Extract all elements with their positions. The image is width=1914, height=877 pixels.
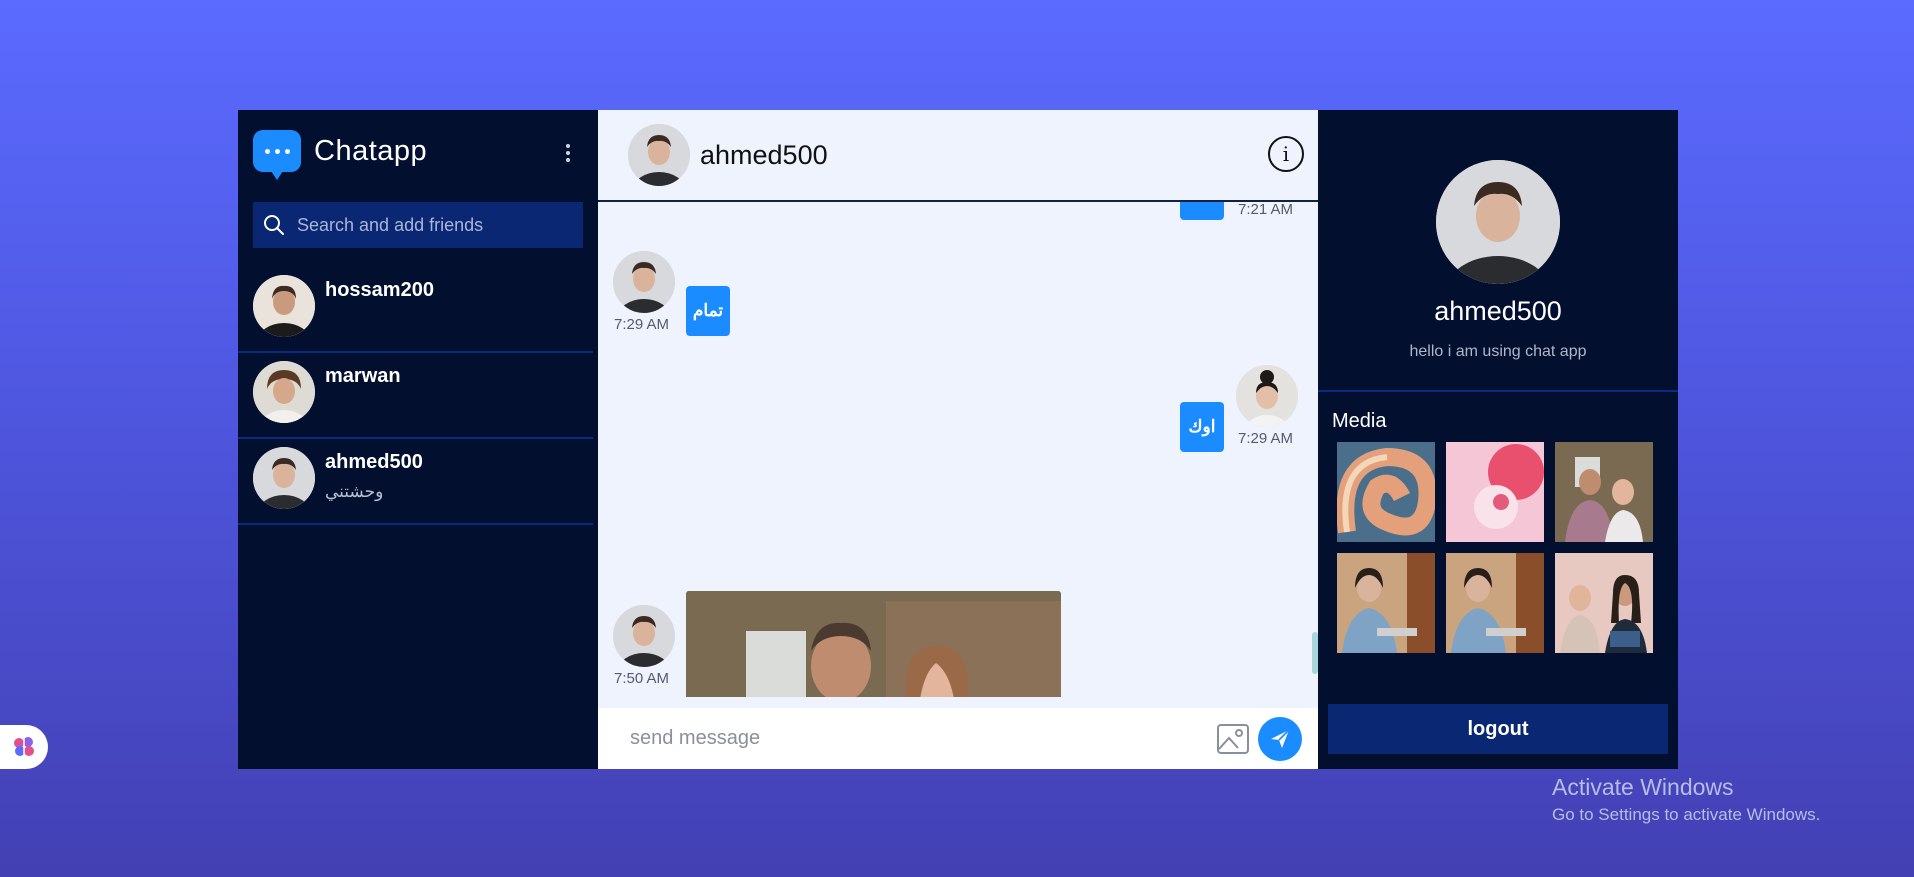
friends-sidebar: Chatapp hossam200 xyxy=(238,110,598,769)
message-image[interactable] xyxy=(686,591,1061,697)
avatar xyxy=(1236,365,1298,427)
message-time: 7:29 AM xyxy=(614,316,670,333)
message-bubble xyxy=(1180,202,1224,220)
brand: Chatapp xyxy=(253,130,428,180)
chat-app-window: Chatapp hossam200 xyxy=(238,110,1678,769)
watermark-title: Activate Windows xyxy=(1552,774,1734,800)
avatar[interactable] xyxy=(628,124,690,186)
chat-contact-name: ahmed500 xyxy=(700,139,828,170)
media-grid xyxy=(1337,442,1653,653)
message-input[interactable] xyxy=(628,726,1192,751)
media-thumbnail[interactable] xyxy=(1337,553,1435,653)
media-thumbnail[interactable] xyxy=(1446,442,1544,542)
media-title: Media xyxy=(1332,410,1387,432)
windows-activation-watermark: Activate Windows Go to Settings to activ… xyxy=(1552,774,1820,825)
avatar xyxy=(613,251,675,313)
profile-status: hello i am using chat app xyxy=(1409,343,1587,360)
avatar xyxy=(253,275,315,337)
info-icon[interactable]: i xyxy=(1268,136,1304,172)
friend-name: hossam200 xyxy=(325,279,434,301)
divider xyxy=(1318,390,1678,392)
message-time: 7:29 AM xyxy=(1238,430,1294,447)
message-time: 7:50 AM xyxy=(614,670,670,687)
profile-name: ahmed500 xyxy=(1434,296,1562,326)
friend-list: hossam200 marwan ahmed500 وحشتني xyxy=(238,267,593,525)
search-box[interactable] xyxy=(253,202,583,248)
send-icon xyxy=(1271,729,1290,748)
chat-panel: ahmed500 i 7:21 AM 7:29 AM تمام اوك 7:29… xyxy=(598,110,1318,769)
logout-button[interactable]: logout xyxy=(1328,704,1668,754)
avatar xyxy=(613,605,675,667)
media-thumbnail[interactable] xyxy=(1555,442,1653,542)
search-input[interactable] xyxy=(295,213,569,237)
friend-item-marwan[interactable]: marwan xyxy=(238,353,593,439)
friend-item-hossam200[interactable]: hossam200 xyxy=(238,267,593,353)
image-icon[interactable] xyxy=(1216,722,1250,756)
media-thumbnail[interactable] xyxy=(1446,553,1544,653)
app-name: Chatapp xyxy=(314,134,428,167)
avatar xyxy=(253,447,315,509)
message-list: 7:21 AM 7:29 AM تمام اوك 7:29 AM 7:50 AM xyxy=(598,202,1318,697)
media-thumbnail[interactable] xyxy=(1337,442,1435,542)
friend-name: marwan xyxy=(325,365,401,387)
friend-name: ahmed500 xyxy=(325,451,423,473)
search-icon xyxy=(264,215,284,235)
message-bubble: تمام xyxy=(686,286,730,336)
watermark-subtitle: Go to Settings to activate Windows. xyxy=(1552,805,1821,824)
friend-last-message: وحشتني xyxy=(325,482,384,501)
message-bubble: اوك xyxy=(1180,402,1224,452)
profile-panel: ahmed500 hello i am using chat app Media xyxy=(1318,110,1678,769)
message-composer xyxy=(598,708,1318,769)
message-time: 7:21 AM xyxy=(1238,202,1294,218)
avatar xyxy=(253,361,315,423)
brain-icon[interactable] xyxy=(0,725,48,769)
friend-item-ahmed500[interactable]: ahmed500 وحشتني xyxy=(238,439,593,525)
send-button[interactable] xyxy=(1258,717,1302,761)
chat-header: ahmed500 i xyxy=(598,110,1318,202)
profile-avatar xyxy=(1436,160,1560,284)
kebab-menu-icon[interactable] xyxy=(562,144,574,168)
chat-bubble-icon xyxy=(253,130,301,180)
media-thumbnail[interactable] xyxy=(1555,553,1653,653)
